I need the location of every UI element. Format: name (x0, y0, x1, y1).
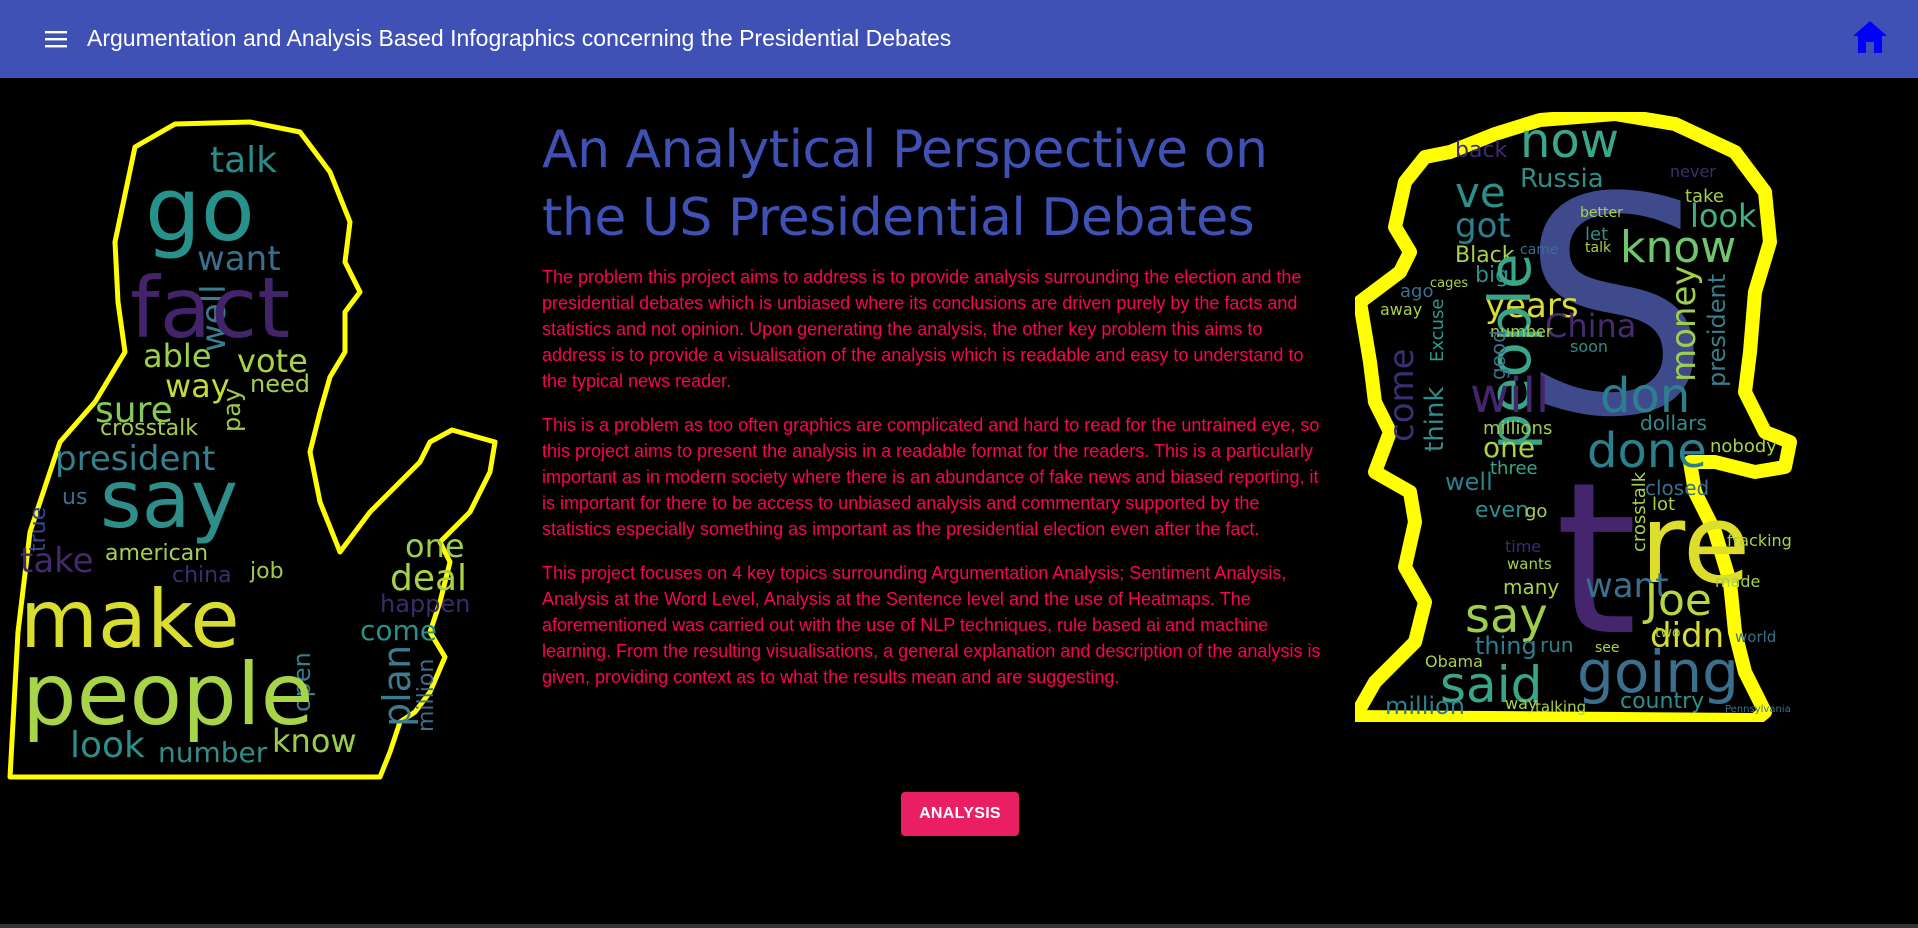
intro-paragraph-2: This is a problem as too often graphics … (542, 415, 1320, 539)
cloud-word: know (1620, 222, 1736, 273)
word-cloud-left: talk go well want fact able vote way nee… (0, 112, 500, 782)
cloud-word: million (1385, 692, 1465, 720)
bottom-border (0, 924, 1918, 928)
cloud-word: know (272, 722, 357, 760)
cloud-word: fracking (1727, 531, 1792, 550)
cloud-word: time (1505, 537, 1541, 556)
cloud-word: done (1587, 423, 1707, 479)
page-title-line-1: An Analytical Perspective on (542, 120, 1268, 180)
cloud-word: plan (375, 645, 419, 727)
cloud-word: Excuse (1427, 299, 1448, 362)
cloud-word: go (1525, 501, 1547, 522)
cloud-word: even (1475, 498, 1529, 523)
cloud-word: made (1715, 572, 1760, 591)
cloud-word: people (22, 645, 314, 745)
page-title-line-2: the US Presidential Debates (542, 188, 1255, 248)
cloud-word: got (1455, 206, 1511, 246)
cloud-word: crosstalk (1629, 471, 1650, 552)
cloud-word: come (1382, 348, 1422, 442)
cloud-word: need (250, 370, 310, 398)
intro-paragraph-1: The problem this project aims to address… (542, 267, 1304, 391)
cloud-word: look (70, 725, 145, 766)
cloud-word: Pennsylvania (1725, 704, 1791, 715)
cloud-word: back (1455, 138, 1508, 163)
cloud-word: crosstalk (100, 416, 198, 441)
analysis-button[interactable]: ANALYSIS (901, 792, 1019, 836)
cloud-word: good (1486, 330, 1510, 380)
cloud-word: say (100, 453, 238, 546)
cloud-word: million (414, 659, 439, 732)
intro-paragraph-3: This project focuses on 4 key topics sur… (542, 563, 1321, 687)
cloud-word: think (1420, 387, 1450, 452)
word-cloud-right: S t re now back Russia ve never take got… (1348, 107, 1805, 727)
cloud-word: away (1380, 300, 1422, 319)
page-title: An Analytical Perspective on the US Pres… (542, 116, 1324, 252)
cloud-word: come (360, 614, 437, 647)
cloud-word: better (1580, 205, 1623, 221)
cloud-word: pay (218, 388, 246, 432)
cloud-word: job (249, 559, 284, 584)
cloud-word: soon (1570, 337, 1608, 356)
cloud-word: world (1735, 628, 1776, 646)
home-icon[interactable] (1851, 20, 1889, 56)
menu-icon[interactable] (40, 26, 74, 52)
cloud-word: us (62, 485, 87, 510)
cloud-word: way (1505, 694, 1537, 713)
cloud-word: number (158, 736, 268, 769)
cloud-word: never (1670, 162, 1716, 181)
app-title: Argumentation and Analysis Based Infogra… (87, 25, 952, 51)
cloud-word: lot (1652, 494, 1675, 515)
cloud-word: run (1540, 633, 1574, 657)
cloud-word: president (1703, 274, 1731, 387)
cloud-word: three (1490, 458, 1538, 479)
cloud-word: cages (1430, 276, 1468, 291)
cloud-word: now (1520, 113, 1619, 169)
cloud-word: talk (1585, 240, 1612, 256)
intro-section: An Analytical Perspective on the US Pres… (542, 116, 1324, 690)
cloud-word: nobody (1710, 436, 1777, 457)
cloud-word: country (1620, 689, 1704, 714)
cloud-word: wants (1507, 555, 1552, 573)
cloud-word: talking (1535, 698, 1586, 716)
cloud-word: Russia (1520, 164, 1604, 194)
cloud-word: well (1445, 468, 1493, 496)
app-toolbar: Argumentation and Analysis Based Infogra… (0, 0, 1918, 78)
cloud-word: money (1664, 265, 1704, 382)
